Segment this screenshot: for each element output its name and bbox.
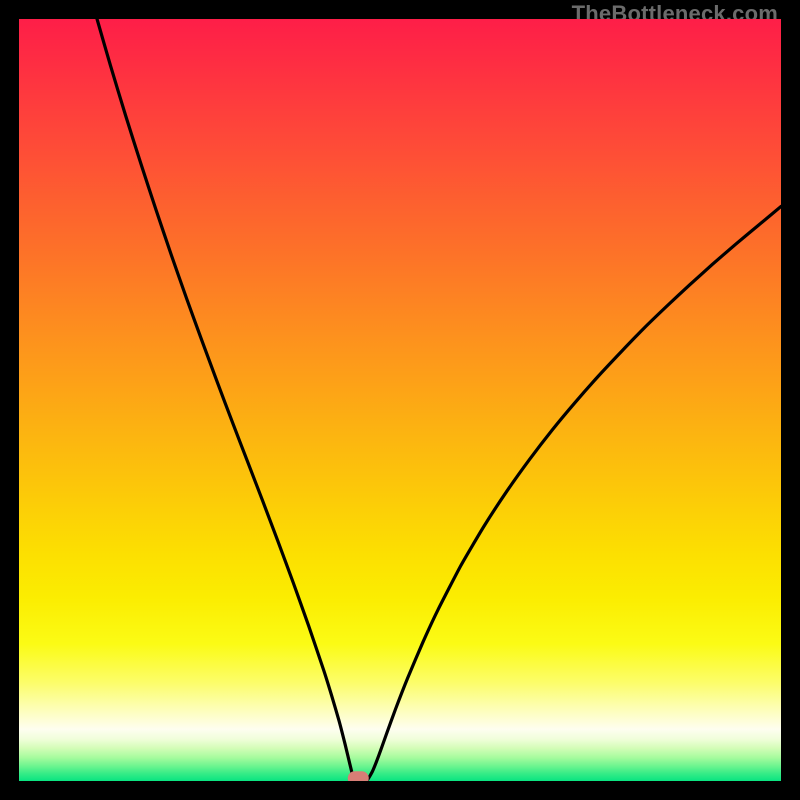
minimum-marker-dot [348,771,369,781]
chart-frame: TheBottleneck.com [0,0,800,800]
bottleneck-curve-line [97,19,781,781]
plot-area [19,19,781,781]
curve-svg [19,19,781,781]
